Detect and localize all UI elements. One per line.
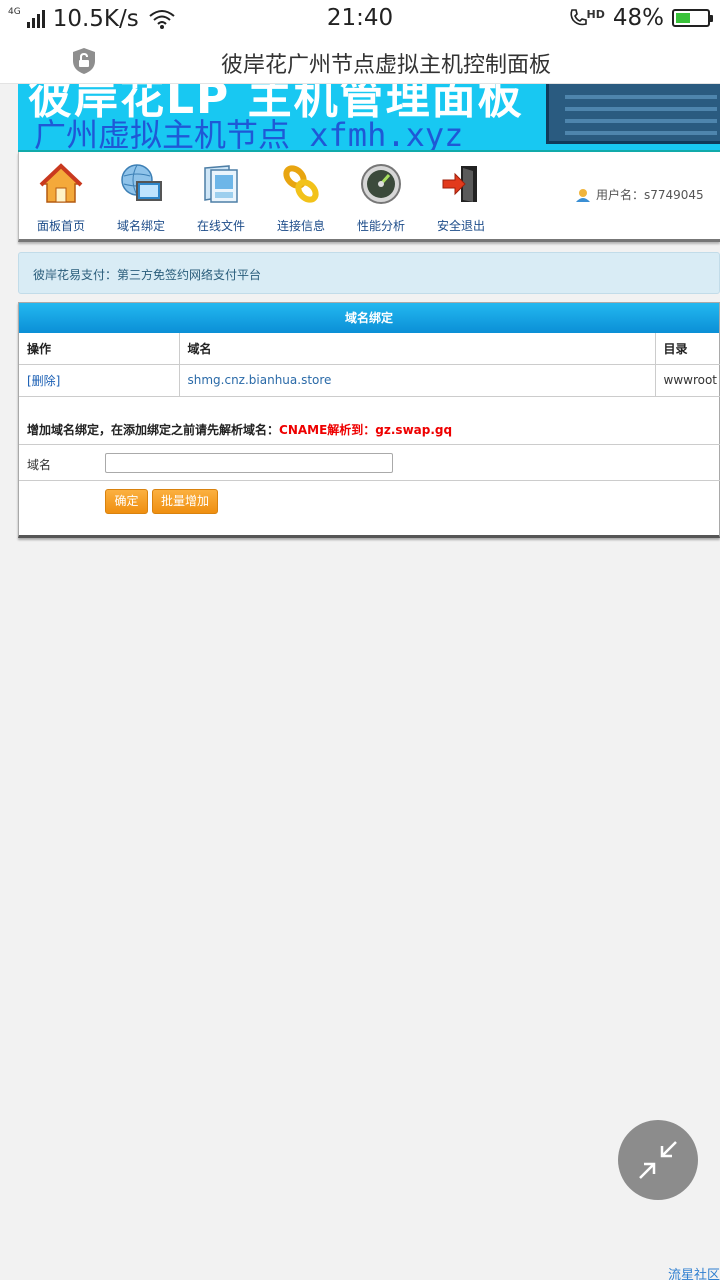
column-header-directory: 目录 bbox=[655, 333, 720, 365]
battery-fill bbox=[676, 13, 691, 23]
user-icon bbox=[576, 188, 590, 202]
domain-field-label: 域名 bbox=[27, 458, 52, 472]
domain-input[interactable] bbox=[105, 453, 393, 473]
add-domain-hint: 增加域名绑定，在添加绑定之前请先解析域名：CNAME解析到：gz.swap.gq bbox=[27, 421, 452, 438]
nav-home-label: 面板首页 bbox=[36, 219, 85, 233]
nav-domain-binding[interactable]: 域名绑定 bbox=[101, 162, 181, 234]
collapse-arrows-icon bbox=[639, 1141, 677, 1179]
home-icon bbox=[39, 163, 83, 203]
payment-notice[interactable]: 彼岸花易支付：第三方免签约网络支付平台 bbox=[18, 252, 720, 294]
exit-door-icon bbox=[442, 166, 477, 202]
banner-subtitle: 广州虚拟主机节点 xfmh.xyz bbox=[34, 116, 464, 152]
file-manager-icon bbox=[204, 165, 238, 203]
globe-monitor-icon bbox=[121, 164, 162, 201]
call-hd-icon: HD bbox=[568, 8, 605, 28]
nav-performance[interactable]: 性能分析 bbox=[341, 162, 421, 234]
nav-online-files[interactable]: 在线文件 bbox=[181, 162, 261, 234]
status-right: HD 48% bbox=[568, 5, 713, 31]
column-header-domain: 域名 bbox=[179, 333, 656, 365]
domain-form-row: 域名 bbox=[19, 444, 720, 481]
directory-cell: wwwroot bbox=[655, 364, 720, 397]
nav-connection-info[interactable]: 连接信息 bbox=[261, 162, 341, 234]
community-link[interactable]: 流星社区 bbox=[668, 1264, 720, 1280]
panel-title: 域名绑定 bbox=[19, 303, 719, 333]
gauge-icon bbox=[361, 164, 401, 204]
confirm-button[interactable]: 确定 bbox=[105, 489, 148, 514]
nav-domain-binding-label: 域名绑定 bbox=[116, 219, 165, 233]
nav-toolbar: 面板首页 域名绑定 在线文件 连接信息 性能分析 安全退出 用户名：s77490… bbox=[18, 152, 720, 242]
domain-binding-panel: 域名绑定 操作 域名 目录 [删除] shmg.cnz.bianhua.stor… bbox=[18, 302, 720, 538]
batch-add-button[interactable]: 批量增加 bbox=[152, 489, 218, 514]
battery-icon bbox=[672, 9, 713, 27]
payment-notice-text[interactable]: 彼岸花易支付：第三方免签约网络支付平台 bbox=[33, 268, 261, 282]
browser-title-bar: 彼岸花广州节点虚拟主机控制面板 bbox=[0, 38, 720, 84]
header-banner: 彼岸花LP 主机管理面板 广州虚拟主机节点 xfmh.xyz bbox=[18, 84, 720, 152]
nav-logout[interactable]: 安全退出 bbox=[421, 162, 501, 234]
nav-logout-label: 安全退出 bbox=[436, 219, 485, 233]
call-hd-label: HD bbox=[586, 8, 605, 21]
status-bar: 4G 10.5K/s 21:40 HD 48% bbox=[0, 0, 720, 38]
hint-text: 增加域名绑定，在添加绑定之前请先解析域名： bbox=[27, 423, 280, 437]
nav-performance-label: 性能分析 bbox=[356, 219, 405, 233]
server-graphic bbox=[546, 84, 720, 144]
username-label: 用户名：s7749045 bbox=[596, 188, 704, 202]
page-title: 彼岸花广州节点虚拟主机控制面板 bbox=[220, 53, 551, 78]
cname-hint: CNAME解析到：gz.swap.gq bbox=[279, 423, 453, 437]
delete-link[interactable]: [删除] bbox=[19, 364, 180, 397]
user-info: 用户名：s7749045 bbox=[575, 186, 704, 203]
domain-cell: shmg.cnz.bianhua.store bbox=[179, 364, 656, 397]
column-header-action: 操作 bbox=[19, 333, 180, 365]
table-row: [删除] shmg.cnz.bianhua.store wwwroot bbox=[19, 364, 720, 397]
minimize-floating-button[interactable] bbox=[618, 1120, 698, 1200]
battery-percent: 48% bbox=[612, 5, 664, 31]
domain-table: 操作 域名 目录 [删除] shmg.cnz.bianhua.store www… bbox=[19, 333, 720, 397]
nav-home[interactable]: 面板首页 bbox=[21, 162, 101, 234]
nav-online-files-label: 在线文件 bbox=[196, 219, 245, 233]
table-header-row: 操作 域名 目录 bbox=[19, 333, 720, 365]
nav-connection-info-label: 连接信息 bbox=[276, 219, 325, 233]
chain-link-icon bbox=[283, 165, 319, 203]
